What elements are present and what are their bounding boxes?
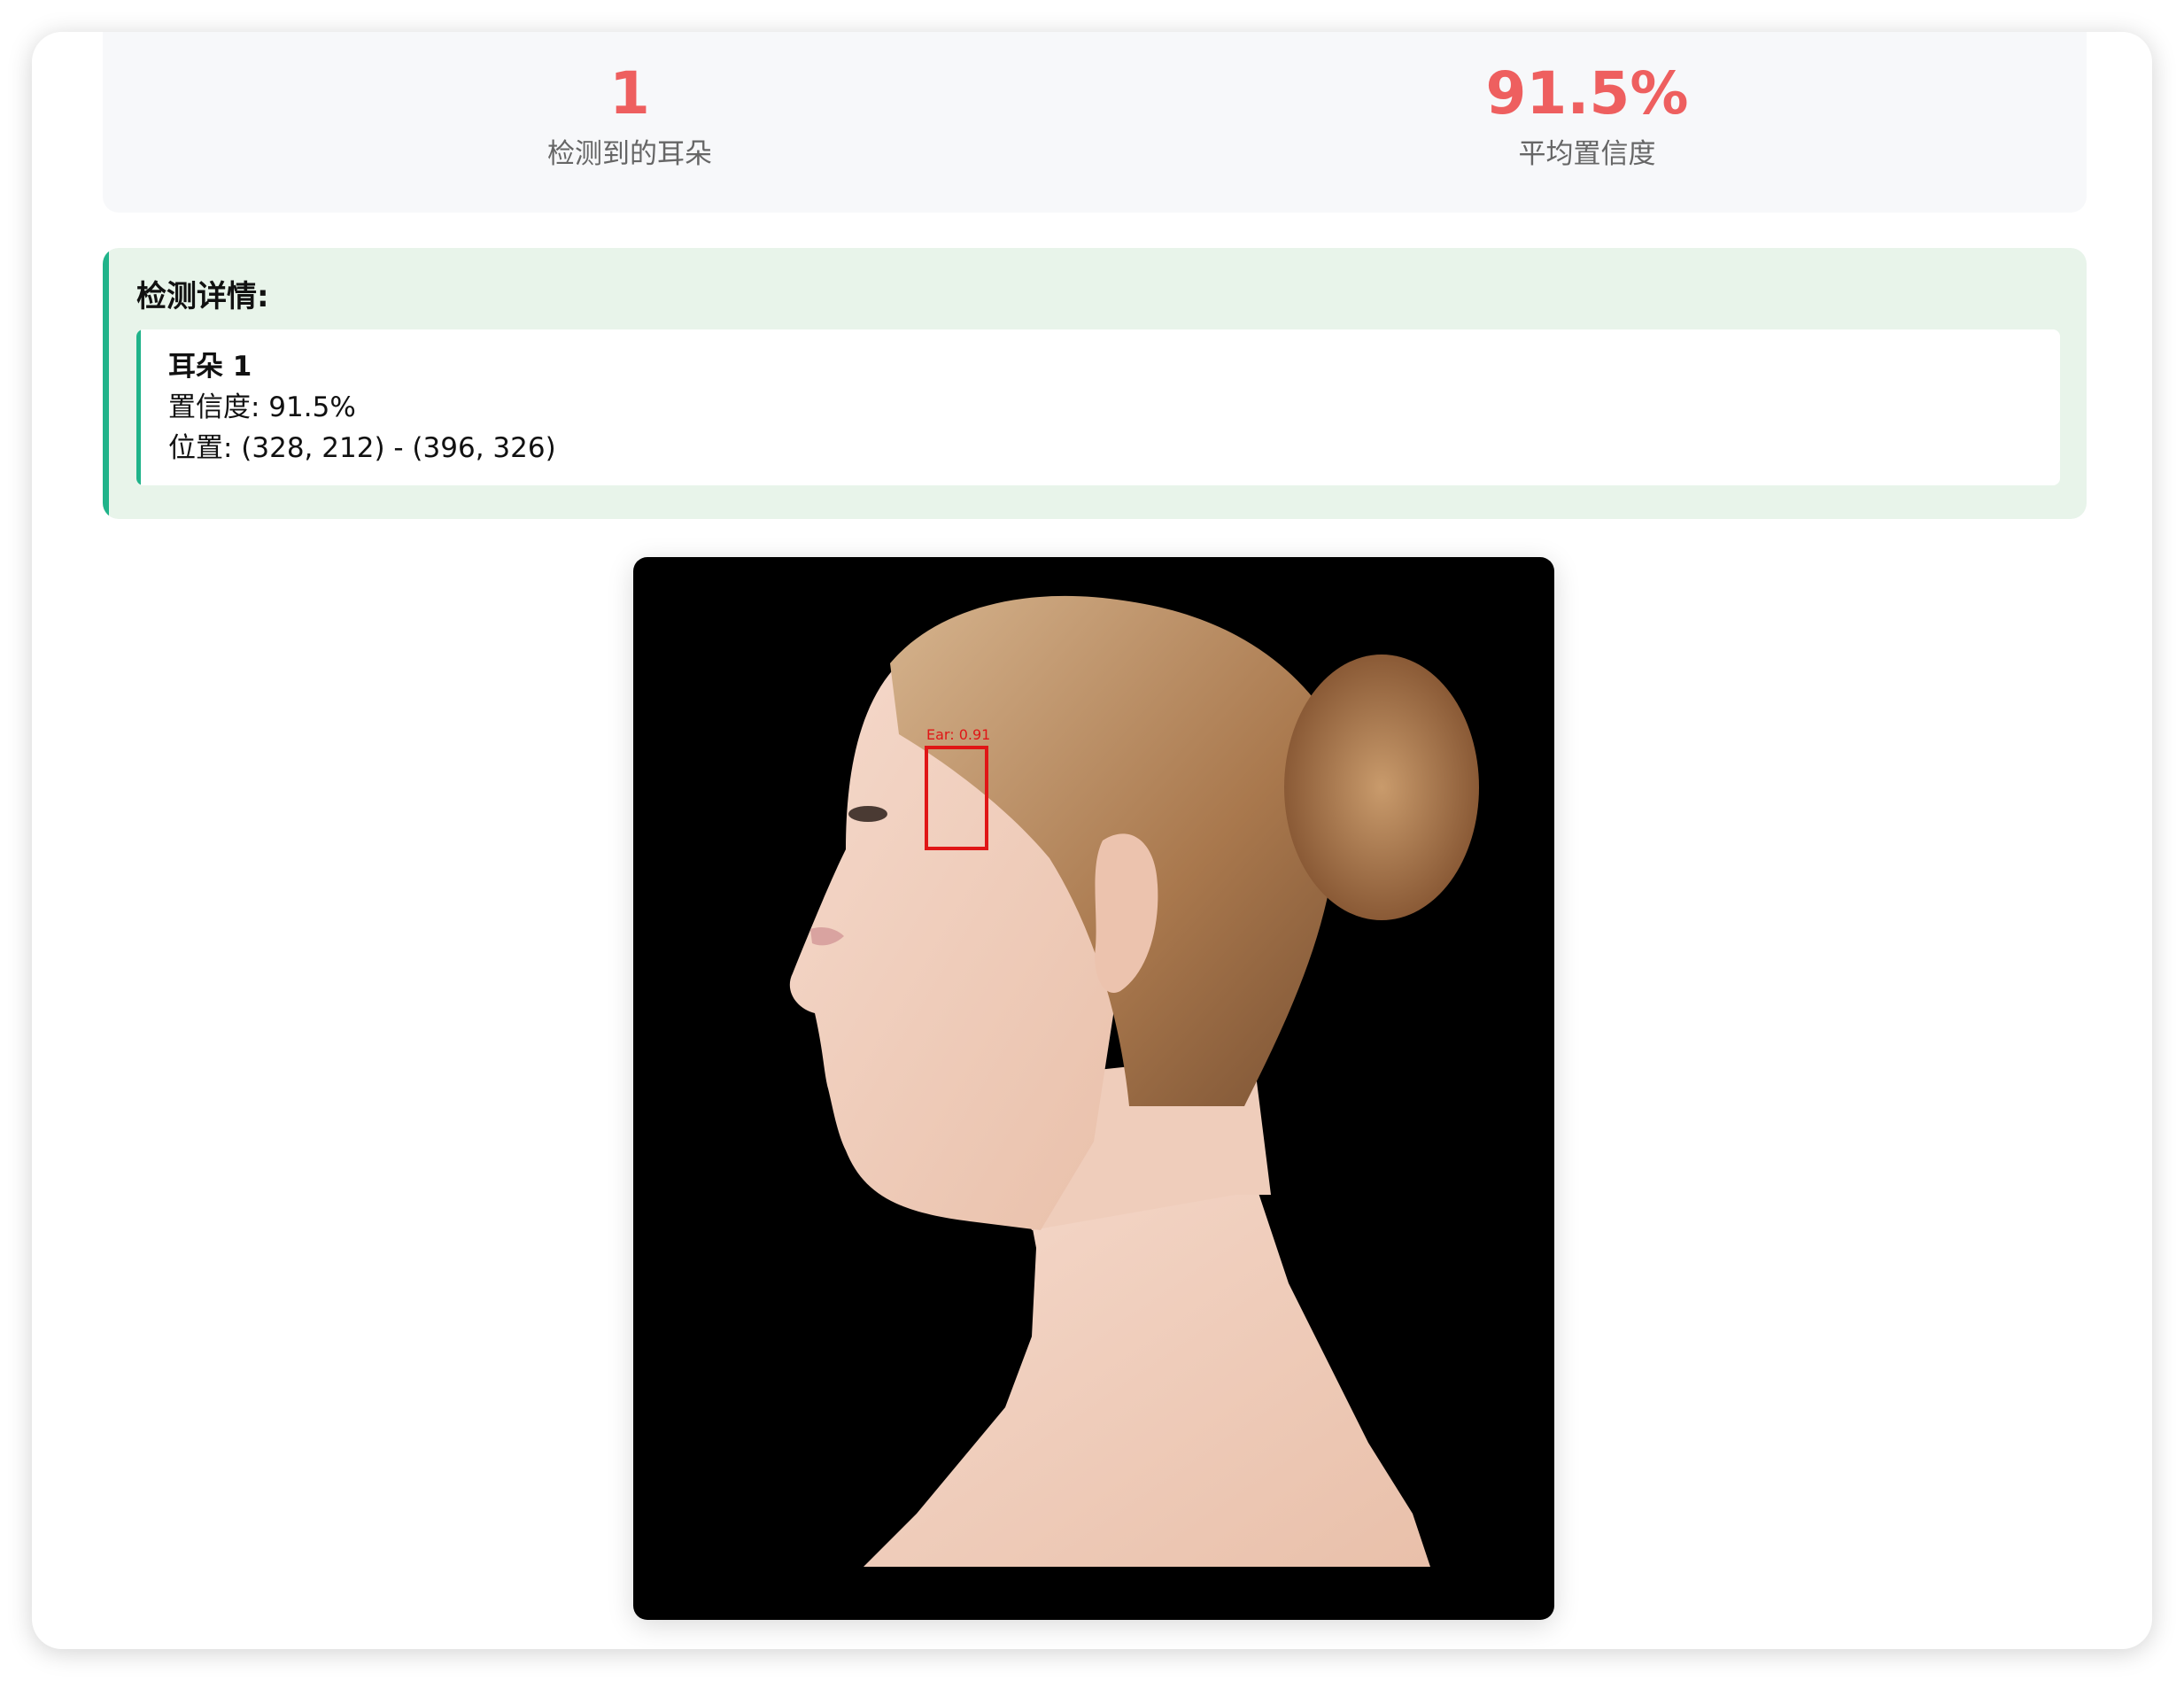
profile-photo: Ear: 0.91 bbox=[789, 595, 1479, 1567]
result-image: Ear: 0.91 bbox=[633, 557, 1554, 1620]
hair-bun-shape bbox=[1284, 655, 1479, 920]
detection-confidence: 置信度: 91.5% bbox=[168, 391, 356, 423]
detection-box-label: Ear: 0.91 bbox=[926, 726, 990, 743]
results-panel: 1 检测到的耳朵 91.5% 平均置信度 检测详情: 耳朵 1 置信度: 91.… bbox=[32, 32, 2152, 1649]
details-title: 检测详情: bbox=[136, 279, 269, 314]
detection-position: 位置: (328, 212) - (396, 326) bbox=[168, 432, 556, 464]
details-accent-bar bbox=[103, 248, 109, 519]
detection-card: 耳朵 1 置信度: 91.5% 位置: (328, 212) - (396, 3… bbox=[136, 329, 2060, 485]
ear-count-value: 1 bbox=[609, 59, 650, 128]
detection-details: 检测详情: 耳朵 1 置信度: 91.5% 位置: (328, 212) - (… bbox=[103, 248, 2087, 519]
avg-confidence-value: 91.5% bbox=[1485, 59, 1689, 128]
ear-count-label: 检测到的耳朵 bbox=[547, 138, 712, 170]
shoulder-shape bbox=[864, 1177, 1430, 1567]
eye-shape bbox=[848, 806, 887, 822]
detection-title: 耳朵 1 bbox=[168, 351, 252, 383]
stats-bar: 1 检测到的耳朵 91.5% 平均置信度 bbox=[103, 32, 2087, 213]
avg-confidence-label: 平均置信度 bbox=[1518, 138, 1656, 170]
card-accent-bar bbox=[136, 329, 141, 485]
